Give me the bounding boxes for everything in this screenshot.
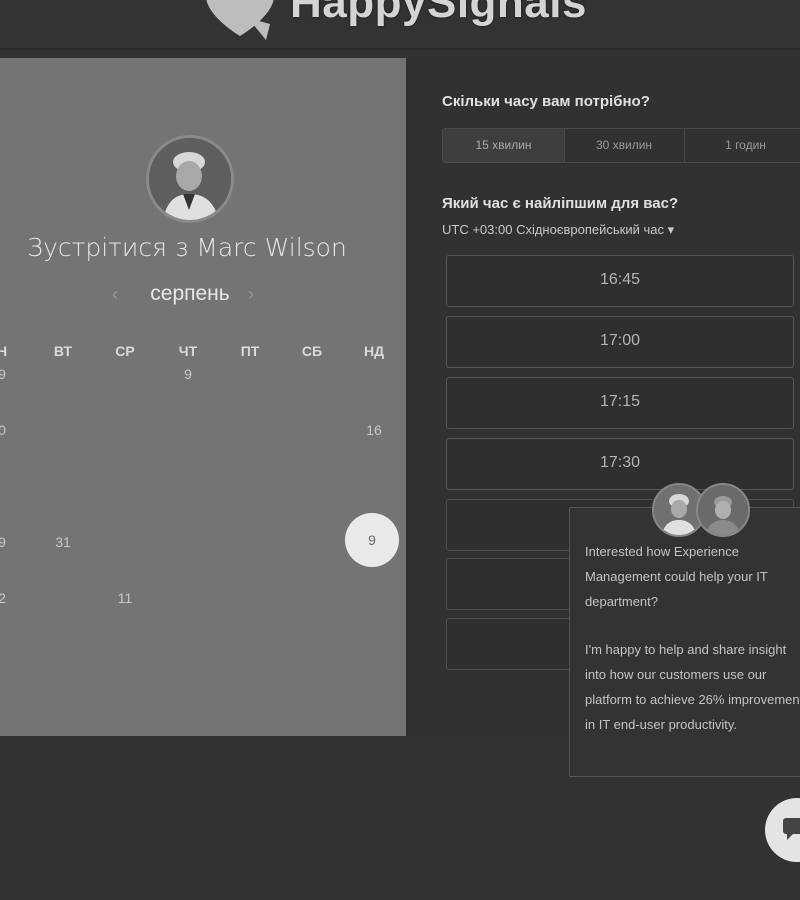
duration-option-30[interactable]: 30 хвилин bbox=[564, 129, 685, 162]
duration-option-15[interactable]: 15 хвилин bbox=[443, 129, 565, 162]
header: HappySignals bbox=[0, 0, 800, 50]
calendar-day[interactable]: 11 bbox=[105, 590, 145, 606]
weekday-label: ВТ bbox=[53, 343, 73, 359]
weekday-label: ПТ bbox=[240, 343, 260, 359]
weekday-label: СБ bbox=[301, 343, 323, 359]
calendar-day[interactable]: 31 bbox=[43, 534, 83, 550]
chevron-right-icon[interactable]: › bbox=[248, 284, 254, 305]
duration-option-60[interactable]: 1 годин bbox=[684, 129, 800, 162]
calendar-panel: Зустрітися з Marc Wilson ‹ серпень › Н В… bbox=[0, 58, 406, 736]
person-icon bbox=[149, 138, 231, 220]
calendar-day[interactable]: 9 bbox=[0, 534, 22, 550]
meeting-title: Зустрітися з Marc Wilson bbox=[27, 233, 347, 262]
selected-day[interactable]: 9 bbox=[345, 513, 399, 567]
weekday-label: ЧТ bbox=[178, 343, 198, 359]
calendar-day[interactable]: 16 bbox=[354, 422, 394, 438]
weekday-label: Н bbox=[0, 343, 8, 359]
weekday-label: СР bbox=[115, 343, 135, 359]
time-slot[interactable]: 17:30 bbox=[446, 438, 794, 490]
time-slot[interactable]: 17:00 bbox=[446, 316, 794, 368]
chat-bubble-icon bbox=[783, 818, 800, 840]
host-avatar bbox=[146, 135, 234, 223]
chat-message-paragraph: Interested how Experience Management cou… bbox=[585, 544, 768, 609]
chat-message-paragraph: I'm happy to help and share insight into… bbox=[585, 642, 800, 732]
duration-selector: 15 хвилин 30 хвилин 1 годин bbox=[442, 128, 800, 163]
month-nav: ‹ серпень › bbox=[100, 282, 275, 312]
duration-question: Скільки часу вам потрібно? bbox=[442, 93, 650, 110]
weekday-label: НД bbox=[363, 343, 385, 359]
time-slot-label: 17:30 bbox=[599, 454, 641, 471]
time-slot[interactable]: 16:45 bbox=[446, 255, 794, 307]
time-slot-label: 16:45 bbox=[599, 271, 641, 288]
logo-icon bbox=[206, 0, 274, 40]
caret-down-icon: ▾ bbox=[667, 222, 675, 237]
calendar-day[interactable]: 9 bbox=[168, 366, 208, 382]
agent-avatar bbox=[696, 483, 750, 537]
time-question: Який час є найліпшим для вас? bbox=[442, 195, 679, 212]
chevron-left-icon[interactable]: ‹ bbox=[112, 284, 118, 305]
time-slot[interactable]: 17:15 bbox=[446, 377, 794, 429]
calendar-day[interactable]: 2 bbox=[0, 590, 22, 606]
time-slot-label: 17:15 bbox=[599, 393, 641, 410]
month-label: серпень bbox=[150, 282, 230, 305]
calendar-day[interactable]: 9 bbox=[0, 366, 22, 382]
timezone-label: UTC +03:00 Східноєвропейський час bbox=[442, 222, 664, 237]
person-icon bbox=[698, 485, 748, 535]
chat-popup: Interested how Experience Management cou… bbox=[569, 483, 800, 777]
time-slot-label: 17:00 bbox=[599, 332, 641, 349]
logo-text: HappySignals bbox=[290, 0, 587, 27]
chat-launcher-button[interactable] bbox=[765, 798, 800, 862]
calendar-day[interactable]: 0 bbox=[0, 422, 22, 438]
timezone-select[interactable]: UTC +03:00 Східноєвропейський час ▾ bbox=[442, 222, 674, 238]
chat-message: Interested how Experience Management cou… bbox=[585, 540, 800, 762]
page: HappySignals Зустрітися з Marc Wilson ‹ … bbox=[0, 0, 800, 900]
